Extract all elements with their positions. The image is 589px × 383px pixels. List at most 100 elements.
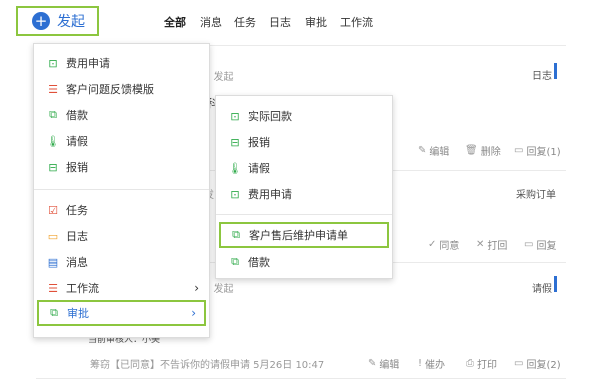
create-menu: ⊡ 费用申请 ☰ 客户问题反馈模版 ⧉ 借款 🌡 请假 ⊟ 报销 ☑ 任务 ▭ … bbox=[33, 43, 210, 338]
copy-icon: ⧉ bbox=[231, 255, 239, 268]
edit-icon: ✎ bbox=[418, 145, 427, 156]
edit-label: 编辑 bbox=[379, 360, 400, 371]
edit-action[interactable]: ✎ 编辑 bbox=[368, 356, 399, 371]
receipt-icon: ⊟ bbox=[230, 135, 240, 149]
menu-separator bbox=[34, 189, 209, 190]
urge-action[interactable]: ! 催办 bbox=[418, 356, 445, 371]
reply-action[interactable]: ▭ 回复(2) bbox=[514, 356, 561, 371]
submenu-item-reimburse[interactable]: ⊟ 报销 bbox=[216, 129, 392, 155]
menu-item-label: 工作流 bbox=[66, 282, 99, 295]
menu-item-task[interactable]: ☑ 任务 bbox=[34, 197, 209, 223]
receipt-icon: ⊟ bbox=[48, 160, 58, 174]
delete-action[interactable]: 🗑 删除 bbox=[465, 143, 501, 158]
tab-messages[interactable]: 消息 bbox=[200, 14, 222, 30]
menu-item-label: 报销 bbox=[248, 136, 270, 149]
reject-label: 打回 bbox=[487, 241, 508, 252]
reply-label: 回复(1) bbox=[526, 147, 561, 158]
menu-item-workflow[interactable]: ☰ 工作流 › bbox=[34, 275, 209, 301]
menu-item-leave[interactable]: 🌡 请假 bbox=[34, 128, 209, 154]
menu-item-label: 请假 bbox=[248, 162, 270, 175]
reply-action[interactable]: ▭ 回复 bbox=[524, 237, 556, 252]
alert-icon: ! bbox=[418, 358, 423, 369]
feed-item-tag: 请假 bbox=[532, 284, 552, 295]
menu-item-message[interactable]: ▤ 消息 bbox=[34, 249, 209, 275]
submenu-item-after-sales[interactable]: ⧉ 客户售后维护申请单 bbox=[219, 222, 389, 248]
edit-label: 编辑 bbox=[429, 147, 450, 158]
urge-label: 催办 bbox=[425, 360, 446, 371]
plus-icon: + bbox=[32, 12, 50, 30]
calendar-icon: ▭ bbox=[47, 229, 59, 243]
copy-icon: ⧉ bbox=[232, 228, 240, 241]
task-icon: ☑ bbox=[48, 203, 58, 217]
edit-action[interactable]: ✎ 编辑 bbox=[418, 143, 449, 158]
expense-icon: ⊡ bbox=[230, 187, 240, 201]
delete-label: 删除 bbox=[480, 147, 501, 158]
feed-divider bbox=[36, 378, 566, 379]
approval-submenu: ⊡ 实际回款 ⊟ 报销 🌡 请假 ⊡ 费用申请 ⧉ 客户售后维护申请单 ⧉ 借款 bbox=[215, 95, 393, 279]
menu-item-expense[interactable]: ⊡ 费用申请 bbox=[34, 50, 209, 76]
menu-item-label: 客户问题反馈模版 bbox=[66, 83, 154, 96]
menu-item-approval[interactable]: ⧉ 审批 › bbox=[37, 300, 206, 326]
print-label: 打印 bbox=[477, 360, 497, 371]
menu-item-label: 借款 bbox=[66, 109, 88, 122]
menu-item-label: 请假 bbox=[66, 135, 88, 148]
menu-item-customer-feedback[interactable]: ☰ 客户问题反馈模版 bbox=[34, 76, 209, 102]
menu-item-label: 费用申请 bbox=[248, 188, 292, 201]
submenu-item-actual-payment[interactable]: ⊡ 实际回款 bbox=[216, 103, 392, 129]
expense-icon: ⊡ bbox=[230, 109, 240, 123]
feed-item-marker bbox=[554, 276, 557, 292]
reply-label: 回复 bbox=[536, 241, 557, 252]
menu-item-label: 审批 bbox=[67, 307, 89, 320]
reject-action[interactable]: ✕ 打回 bbox=[476, 237, 507, 252]
submenu-item-expense[interactable]: ⊡ 费用申请 bbox=[216, 181, 392, 207]
check-icon: ✓ bbox=[428, 239, 437, 250]
menu-item-label: 借款 bbox=[248, 256, 270, 269]
tab-all[interactable]: 全部 bbox=[164, 14, 186, 30]
message-icon: ▤ bbox=[47, 255, 59, 269]
menu-item-log[interactable]: ▭ 日志 bbox=[34, 223, 209, 249]
list-icon: ☰ bbox=[48, 82, 58, 96]
chevron-right-icon: › bbox=[194, 281, 199, 295]
menu-item-label: 消息 bbox=[66, 256, 88, 269]
menu-item-loan[interactable]: ⧉ 借款 bbox=[34, 102, 209, 128]
submenu-item-loan[interactable]: ⧉ 借款 bbox=[216, 249, 392, 275]
thermometer-icon: 🌡 bbox=[228, 161, 242, 175]
feed-item-tag: 日志 bbox=[532, 71, 552, 82]
submenu-item-leave[interactable]: 🌡 请假 bbox=[216, 155, 392, 181]
menu-item-label: 日志 bbox=[66, 230, 88, 243]
comment-icon: ▭ bbox=[524, 239, 534, 250]
menu-item-reimburse[interactable]: ⊟ 报销 bbox=[34, 154, 209, 180]
list-icon: ☰ bbox=[48, 281, 58, 295]
reply-action[interactable]: ▭ 回复(1) bbox=[514, 143, 561, 158]
comment-icon: ▭ bbox=[514, 358, 524, 369]
comment-icon: ▭ bbox=[514, 145, 524, 156]
menu-item-label: 客户售后维护申请单 bbox=[249, 229, 348, 242]
trash-icon: 🗑 bbox=[465, 145, 478, 156]
thermometer-icon: 🌡 bbox=[46, 134, 60, 148]
reply-label: 回复(2) bbox=[526, 360, 561, 371]
tab-logs[interactable]: 日志 bbox=[269, 14, 291, 30]
copy-icon: ⧉ bbox=[49, 108, 57, 121]
copy-icon: ⧉ bbox=[50, 306, 58, 319]
tab-approvals[interactable]: 审批 bbox=[305, 14, 327, 30]
feed-item-tag: 采购订单 bbox=[516, 190, 556, 201]
approve-action[interactable]: ✓ 同意 bbox=[428, 237, 459, 252]
feed-item-marker bbox=[554, 63, 557, 79]
create-button[interactable]: + 发起 bbox=[16, 6, 99, 36]
create-button-label: 发起 bbox=[57, 14, 85, 30]
approve-label: 同意 bbox=[439, 241, 460, 252]
menu-item-label: 任务 bbox=[66, 204, 88, 217]
menu-separator bbox=[216, 214, 392, 215]
tab-tasks[interactable]: 任务 bbox=[234, 14, 256, 30]
print-action[interactable]: ⎙ 打印 bbox=[466, 356, 497, 371]
close-icon: ✕ bbox=[476, 239, 485, 250]
edit-icon: ✎ bbox=[368, 358, 377, 369]
feed-item-footer: 筹窃【已同意】不告诉你的请假申请 5月26日 10:47 bbox=[90, 360, 325, 371]
expense-icon: ⊡ bbox=[48, 56, 58, 70]
chevron-right-icon: › bbox=[191, 306, 196, 320]
menu-item-label: 报销 bbox=[66, 161, 88, 174]
menu-item-label: 实际回款 bbox=[248, 110, 292, 123]
menu-item-label: 费用申请 bbox=[66, 57, 110, 70]
tab-workflow[interactable]: 工作流 bbox=[340, 14, 373, 30]
print-icon: ⎙ bbox=[466, 358, 474, 369]
